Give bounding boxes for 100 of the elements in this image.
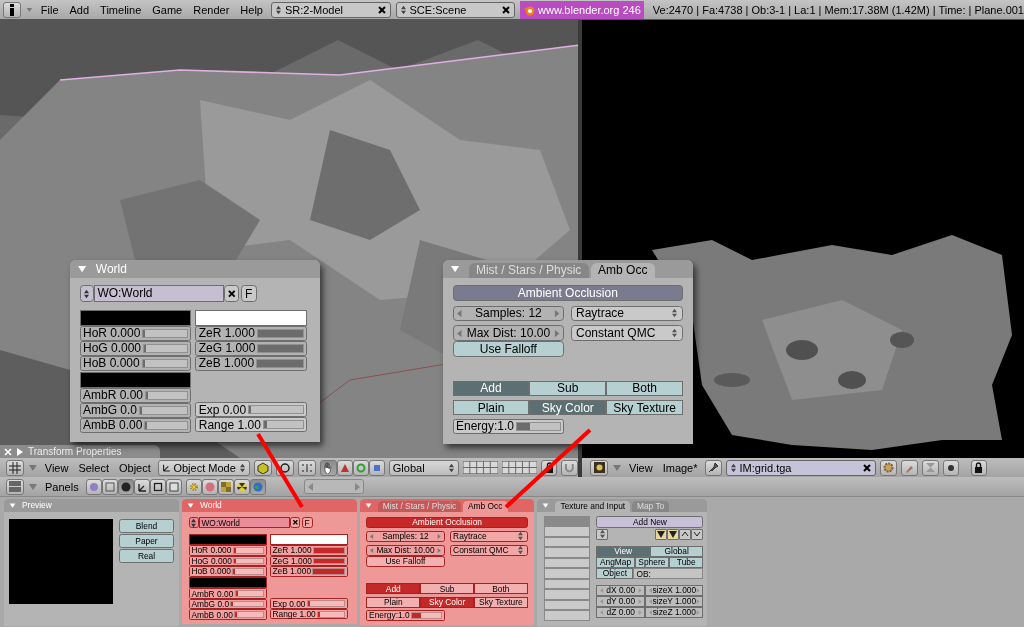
left-arrow-icon[interactable] bbox=[369, 547, 374, 553]
sampling-dropdown[interactable]: Constant QMC bbox=[571, 325, 683, 341]
fake-user-button[interactable]: F bbox=[301, 516, 313, 529]
texture-slot[interactable] bbox=[544, 547, 591, 558]
texture-slot[interactable] bbox=[544, 589, 591, 600]
mode-dropdown[interactable]: Object Mode bbox=[157, 459, 250, 476]
color-swatch[interactable] bbox=[79, 372, 192, 388]
color-swatch[interactable] bbox=[188, 534, 267, 546]
blend-mode-option[interactable]: Both bbox=[606, 380, 683, 397]
world-name-field[interactable]: WO:World bbox=[198, 516, 290, 529]
method-dropdown[interactable]: Raytrace bbox=[449, 530, 528, 542]
texture-slot[interactable] bbox=[544, 610, 591, 621]
color-mode-option[interactable]: Sky Texture bbox=[606, 399, 683, 416]
slider[interactable]: AmbR 0.00 bbox=[188, 588, 267, 599]
menu-item[interactable]: Image* bbox=[659, 461, 701, 474]
orientation-dropdown[interactable]: Global bbox=[388, 459, 460, 476]
sampling-dropdown[interactable]: Constant QMC bbox=[449, 544, 528, 556]
menu-item[interactable]: Select bbox=[75, 461, 112, 474]
slider[interactable]: HoB 0.000 bbox=[188, 566, 267, 577]
blend-mode-option[interactable]: Sub bbox=[420, 583, 474, 595]
projection-option[interactable]: Sphere bbox=[634, 556, 670, 568]
texture-slot[interactable] bbox=[544, 536, 591, 548]
mapping-object-toggle[interactable]: Object bbox=[596, 567, 634, 579]
menu-item[interactable]: Timeline bbox=[97, 3, 145, 16]
menu-item[interactable]: File bbox=[37, 3, 62, 16]
ambient-occlusion-toggle[interactable]: Ambient Occlusion bbox=[452, 285, 683, 301]
translate-toggle[interactable] bbox=[336, 459, 353, 476]
right-arrow-icon[interactable] bbox=[353, 482, 360, 491]
samples-field[interactable]: Samples: 12 bbox=[452, 305, 565, 322]
frame-field[interactable] bbox=[303, 479, 364, 494]
layer-grid[interactable] bbox=[502, 461, 538, 474]
collapse-triangle-icon[interactable] bbox=[450, 263, 461, 275]
radiosity-button[interactable] bbox=[233, 478, 250, 495]
menu-item[interactable]: View bbox=[626, 461, 656, 474]
color-swatch[interactable] bbox=[79, 310, 192, 326]
blend-mode-option[interactable]: Sub bbox=[529, 380, 607, 397]
close-icon[interactable] bbox=[501, 4, 512, 15]
right-arrow-icon[interactable] bbox=[554, 329, 560, 337]
texture-slot[interactable] bbox=[544, 557, 591, 569]
color-mode-option[interactable]: Sky Color bbox=[420, 596, 474, 608]
shading-button[interactable] bbox=[117, 478, 134, 495]
right-arrow-icon[interactable] bbox=[437, 533, 441, 539]
name-input[interactable]: OB: bbox=[633, 567, 704, 579]
panel-tab[interactable]: Amb Occ bbox=[463, 501, 508, 512]
manipulator-toggle[interactable] bbox=[319, 459, 337, 476]
max-distance-field[interactable]: Max Dist: 10.00 bbox=[452, 325, 565, 341]
screen-field[interactable]: SR:2-Model bbox=[270, 1, 391, 18]
material-button[interactable] bbox=[201, 478, 218, 495]
lamp-button[interactable] bbox=[185, 478, 202, 495]
menu-item[interactable]: Render bbox=[190, 3, 233, 16]
panel-tab[interactable]: Amb Occ bbox=[590, 263, 655, 278]
dropdown-triangle-icon[interactable] bbox=[612, 463, 622, 472]
unlink-button[interactable] bbox=[289, 516, 301, 529]
left-arrow-icon[interactable] bbox=[369, 533, 374, 539]
pin-button[interactable] bbox=[704, 459, 722, 476]
blend-mode-option[interactable]: Both bbox=[473, 583, 528, 595]
menu-item[interactable]: View bbox=[41, 461, 72, 474]
coordinates-option[interactable]: Global bbox=[649, 545, 704, 557]
color-mode-option[interactable]: Plain bbox=[452, 399, 530, 416]
logic-button[interactable] bbox=[85, 478, 102, 495]
pack-button[interactable] bbox=[879, 459, 897, 476]
left-arrow-icon[interactable] bbox=[307, 482, 314, 491]
right-arrow-icon[interactable] bbox=[554, 309, 560, 317]
left-arrow-icon[interactable] bbox=[457, 309, 463, 317]
blend-mode-option[interactable]: Add bbox=[452, 380, 530, 397]
collapse-triangle-icon[interactable] bbox=[77, 263, 88, 275]
collapse-triangle-icon[interactable] bbox=[9, 501, 17, 509]
browse-button[interactable] bbox=[79, 285, 94, 302]
slider[interactable]: Range 1.00 bbox=[269, 609, 348, 620]
right-arrow-icon[interactable] bbox=[437, 547, 441, 553]
color-swatch[interactable] bbox=[269, 534, 348, 546]
color-mode-option[interactable]: Plain bbox=[366, 596, 421, 608]
editor-type-button[interactable] bbox=[590, 459, 608, 476]
menu-item[interactable]: Add bbox=[66, 3, 93, 16]
fake-user-button[interactable]: F bbox=[240, 285, 257, 302]
website-banner[interactable]: www.blender.org 246 bbox=[520, 0, 644, 19]
samples-field[interactable]: Samples: 12 bbox=[366, 530, 445, 542]
max-distance-field[interactable]: Max Dist: 10.00 bbox=[366, 544, 445, 556]
projection-option[interactable]: Tube bbox=[669, 556, 704, 568]
dropdown-triangle-icon[interactable] bbox=[26, 5, 33, 14]
lock-button[interactable] bbox=[970, 459, 987, 476]
object-button[interactable] bbox=[133, 478, 150, 495]
editing-button[interactable] bbox=[149, 478, 166, 495]
website-link[interactable]: www.blender.org 246 bbox=[538, 3, 641, 16]
paint-button[interactable] bbox=[900, 459, 918, 476]
method-dropdown[interactable]: Raytrace bbox=[571, 305, 683, 322]
collapse-triangle-icon[interactable] bbox=[187, 501, 195, 509]
close-icon[interactable] bbox=[861, 462, 872, 473]
ambient-occlusion-toggle[interactable]: Ambient Occlusion bbox=[366, 516, 528, 528]
texture-slot[interactable] bbox=[544, 599, 591, 611]
preview-type-button[interactable]: Paper bbox=[119, 533, 174, 548]
rotate-toggle[interactable] bbox=[352, 459, 369, 476]
color-swatch[interactable] bbox=[188, 577, 267, 589]
draw-type-button[interactable] bbox=[253, 459, 272, 476]
menu-item[interactable]: Game bbox=[149, 3, 186, 16]
collapse-triangle-icon[interactable] bbox=[542, 501, 550, 509]
slider[interactable]: Exp 0.00 bbox=[195, 402, 307, 418]
collapse-triangle-icon[interactable] bbox=[364, 501, 372, 509]
slider[interactable]: Energy:1.0 bbox=[452, 418, 565, 434]
world-name-field[interactable]: WO:World bbox=[94, 285, 224, 302]
